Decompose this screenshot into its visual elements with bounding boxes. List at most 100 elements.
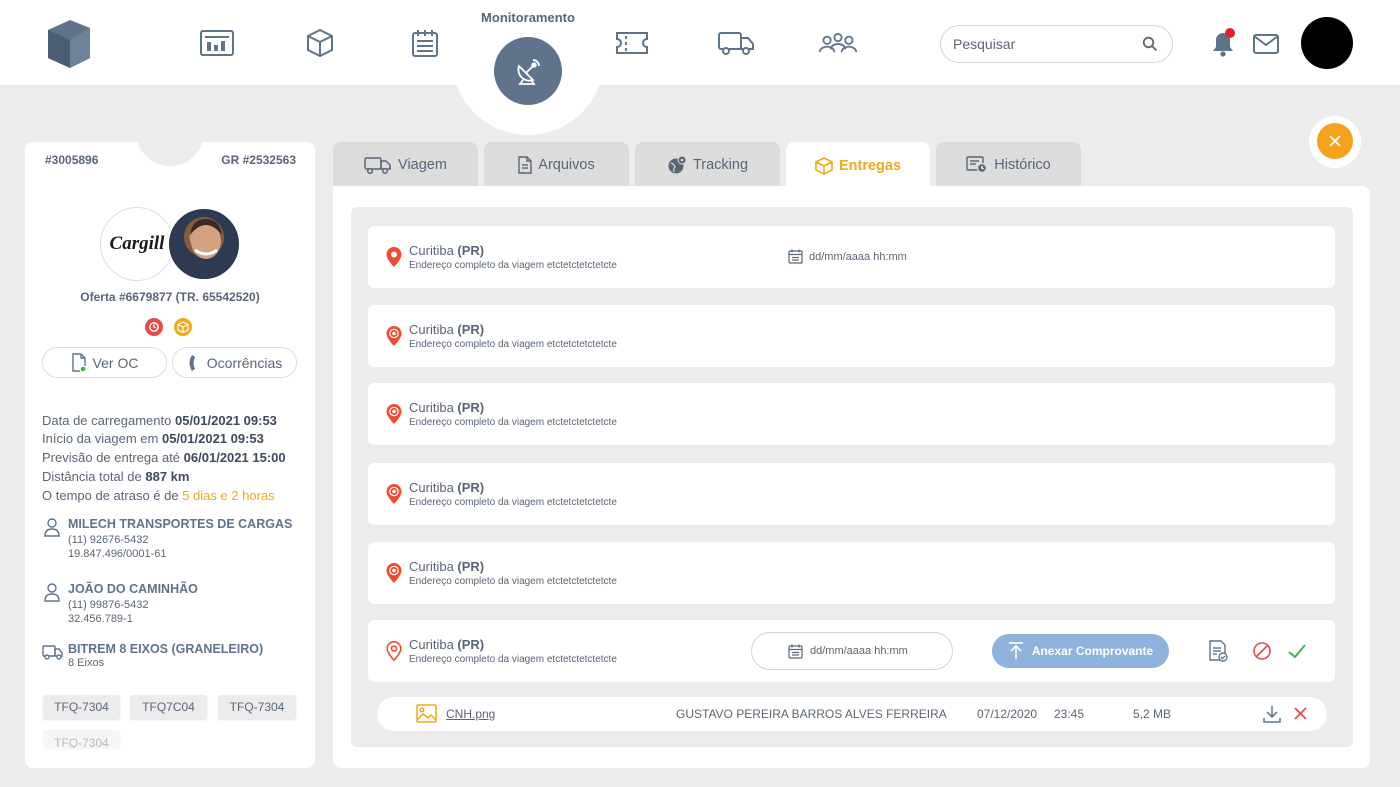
location-pin-icon bbox=[386, 326, 402, 346]
shipper-logo-text: Cargill bbox=[109, 233, 165, 254]
plate-badge: TFQ-7304 bbox=[43, 695, 120, 719]
cancel-icon[interactable] bbox=[1251, 640, 1273, 662]
satellite-dish-icon bbox=[517, 59, 540, 85]
attachment-time: 23:45 bbox=[1054, 707, 1085, 721]
attachment-uploader: GUSTAVO PEREIRA BARROS ALVES FERREIRA bbox=[676, 707, 947, 721]
delivery-address: Endereço completo da viagem etctetctetct… bbox=[409, 417, 617, 428]
attachment-date: 07/12/2020 bbox=[977, 707, 1038, 721]
vehicle-name: BITREM 8 EIXOS (GRANELEIRO) bbox=[68, 642, 264, 656]
driver-face-icon bbox=[183, 219, 229, 279]
total-distance: Distância total de 887 km bbox=[42, 469, 190, 484]
nav-box-icon[interactable] bbox=[300, 24, 340, 62]
image-file-icon bbox=[416, 704, 437, 723]
delivery-row[interactable]: Curitiba (PR) Endereço completo da viage… bbox=[368, 542, 1335, 604]
delivery-row-expanded[interactable]: Curitiba (PR) Endereço completo da viage… bbox=[368, 620, 1335, 682]
file-icon bbox=[518, 156, 532, 174]
occurrences-button[interactable]: Ocorrências bbox=[172, 347, 297, 378]
calendar-icon bbox=[788, 644, 803, 659]
delivery-city: Curitiba (PR) bbox=[409, 243, 485, 258]
user-icon bbox=[44, 583, 60, 602]
delivery-city: Curitiba (PR) bbox=[409, 559, 485, 574]
document-check-icon[interactable] bbox=[1207, 640, 1229, 662]
tab-tracking-label: Tracking bbox=[692, 157, 749, 173]
delete-icon[interactable] bbox=[1293, 706, 1308, 721]
shipper-logo: Cargill bbox=[100, 207, 174, 281]
nav-calendar-list-icon[interactable] bbox=[405, 24, 445, 62]
nav-truck-icon[interactable] bbox=[716, 24, 756, 62]
delivery-row[interactable]: Curitiba (PR) Endereço completo da viage… bbox=[368, 305, 1335, 367]
trip-start-date: Início da viagem em 05/01/2021 09:53 bbox=[42, 431, 264, 446]
tab-tracking[interactable]: Tracking bbox=[635, 142, 780, 188]
tab-historico-label: Histórico bbox=[994, 157, 1051, 173]
attachment-file-link[interactable]: CNH.png bbox=[446, 707, 495, 721]
trip-summary-panel: #3005896 GR #2532563 Cargill Oferta #667… bbox=[25, 142, 315, 768]
delivery-date-input[interactable]: dd/mm/aaaa hh:mm bbox=[751, 632, 953, 670]
calendar-icon bbox=[788, 249, 803, 264]
carrier-phone: (11) 92676-5432 bbox=[68, 534, 149, 546]
alarm-clock-icon bbox=[145, 318, 163, 336]
carrier-name: MILECH TRANSPORTES DE CARGAS bbox=[68, 517, 293, 531]
driver-phone: (11) 99876-5432 bbox=[68, 599, 149, 611]
carrier-document: 19.847.496/0001-61 bbox=[68, 548, 167, 560]
attach-proof-button[interactable]: Anexar Comprovante bbox=[992, 634, 1169, 668]
tab-arquivos-label: Arquivos bbox=[538, 157, 595, 173]
offer-number: Oferta #6679877 (TR. 65542520) bbox=[80, 290, 260, 304]
attach-proof-label: Anexar Comprovante bbox=[1031, 644, 1154, 658]
tab-arquivos[interactable]: Arquivos bbox=[484, 142, 629, 188]
box-icon bbox=[815, 157, 833, 175]
vehicle-axles: 8 Eixos bbox=[68, 657, 105, 669]
document-check-icon bbox=[71, 352, 87, 373]
delay-info: O tempo de atraso é de 5 dias e 2 horas bbox=[42, 488, 275, 503]
location-pin-icon bbox=[386, 247, 402, 267]
nav-active-label: Monitoramento bbox=[481, 10, 575, 25]
close-button[interactable] bbox=[1317, 123, 1353, 159]
tab-historico[interactable]: Histórico bbox=[936, 142, 1081, 188]
search-icon[interactable] bbox=[1142, 36, 1158, 52]
tab-entregas-label: Entregas bbox=[838, 158, 902, 174]
driver-photo bbox=[167, 207, 241, 281]
plate-badge: TFQ-7304 bbox=[218, 695, 296, 719]
notification-dot bbox=[1225, 28, 1235, 38]
close-icon bbox=[1329, 135, 1341, 147]
nav-monitoring-button[interactable] bbox=[494, 37, 562, 105]
driver-name: JOÃO DO CAMINHÃO bbox=[68, 582, 198, 596]
tab-viagem-label: Viagem bbox=[398, 157, 447, 173]
delivery-city: Curitiba (PR) bbox=[409, 480, 485, 495]
nav-users-icon[interactable] bbox=[818, 24, 858, 62]
trip-id: #3005896 bbox=[45, 153, 99, 167]
check-icon[interactable] bbox=[1286, 640, 1308, 662]
delivery-city: Curitiba (PR) bbox=[409, 322, 485, 337]
truck-icon bbox=[42, 645, 63, 660]
gr-number: GR #2532563 bbox=[221, 153, 296, 167]
mail-icon[interactable] bbox=[1252, 33, 1280, 55]
user-icon bbox=[44, 518, 60, 537]
delivery-city: Curitiba (PR) bbox=[409, 637, 485, 652]
delivery-row[interactable]: Curitiba (PR) Endereço completo da viage… bbox=[368, 383, 1335, 445]
delivery-address: Endereço completo da viagem etctetctetct… bbox=[409, 260, 617, 271]
delivery-date-placeholder: dd/mm/aaaa hh:mm bbox=[810, 645, 908, 657]
delivery-address: Endereço completo da viagem etctetctetct… bbox=[409, 576, 617, 587]
delivery-row[interactable]: Curitiba (PR) Endereço completo da viage… bbox=[368, 226, 1335, 288]
user-avatar[interactable] bbox=[1301, 17, 1353, 69]
nav-dashboard-icon[interactable] bbox=[197, 24, 237, 62]
attachment-row: CNH.png GUSTAVO PEREIRA BARROS ALVES FER… bbox=[377, 697, 1327, 731]
delivery-city: Curitiba (PR) bbox=[409, 400, 485, 415]
history-icon bbox=[966, 156, 988, 174]
delivery-date: dd/mm/aaaa hh:mm bbox=[788, 249, 907, 264]
tab-entregas[interactable]: Entregas bbox=[786, 142, 930, 190]
loading-date: Data de carregamento 05/01/2021 09:53 bbox=[42, 413, 277, 428]
view-oc-button[interactable]: Ver OC bbox=[42, 347, 167, 378]
download-icon[interactable] bbox=[1263, 705, 1281, 723]
nav-ticket-icon[interactable] bbox=[612, 24, 652, 62]
search-input[interactable] bbox=[953, 34, 1133, 54]
delivery-row[interactable]: Curitiba (PR) Endereço completo da viage… bbox=[368, 463, 1335, 525]
globe-pin-icon bbox=[668, 155, 687, 174]
logo-icon[interactable] bbox=[44, 18, 94, 70]
phone-icon bbox=[189, 354, 195, 371]
delivery-address: Endereço completo da viagem etctetctetct… bbox=[409, 339, 617, 350]
search-box bbox=[940, 25, 1173, 63]
occurrences-label: Ocorrências bbox=[206, 354, 283, 371]
plate-badge: TFQ-7304 bbox=[43, 730, 120, 748]
truck-icon bbox=[364, 157, 391, 175]
tab-viagem[interactable]: Viagem bbox=[333, 142, 478, 188]
